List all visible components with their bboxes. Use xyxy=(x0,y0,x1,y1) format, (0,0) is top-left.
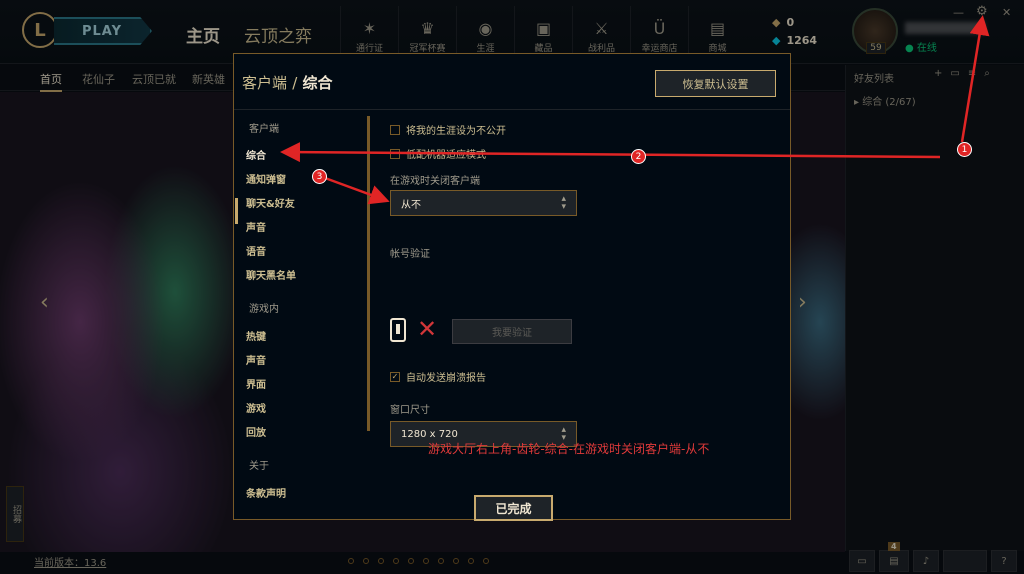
private-profile-checkbox[interactable]: 将我的生涯设为不公开 xyxy=(390,122,506,137)
select-value: 从不 xyxy=(401,199,421,211)
sidebar-item-ingame-sound[interactable]: 声音 xyxy=(246,352,266,367)
checkbox-box-checked[interactable]: ✓ xyxy=(390,371,400,382)
active-indicator xyxy=(235,198,238,224)
sidebar-item-interface[interactable]: 界面 xyxy=(246,376,266,391)
sidebar-item-game[interactable]: 游戏 xyxy=(246,400,266,415)
settings-content: 将我的生涯设为不公开 低配机器适应模式 在游戏时关闭客户端 从不 ▴ ▾ 帐号验证… xyxy=(384,110,784,520)
low-spec-checkbox[interactable]: 低配机器适应模式 xyxy=(390,146,486,161)
section-ingame: 游戏内 xyxy=(249,304,279,315)
restore-defaults-button[interactable]: 恢复默认设置 xyxy=(655,70,776,97)
breadcrumb: 客户端 xyxy=(242,74,288,92)
close-client-label: 在游戏时关闭客户端 xyxy=(390,176,480,187)
instruction-caption: 游戏大厅右上角-齿轮-综合-在游戏时关闭客户端-从不 xyxy=(428,442,710,456)
annotation-badge-3: 3 xyxy=(312,169,327,184)
checkbox-box[interactable] xyxy=(390,148,400,159)
phone-icon xyxy=(390,318,406,342)
sidebar-item-replays[interactable]: 回放 xyxy=(246,424,266,439)
verify-button[interactable]: 我要验证 xyxy=(452,319,572,344)
sidebar-item-terms[interactable]: 条款声明 xyxy=(246,485,286,500)
scrollbar[interactable] xyxy=(367,116,370,431)
modal-title: 客户端 / 综合 xyxy=(242,72,333,93)
sidebar-item-general[interactable]: 综合 xyxy=(246,147,266,162)
crash-report-checkbox[interactable]: ✓ 自动发送崩溃报告 xyxy=(390,369,486,384)
unverified-x-icon: ✕ xyxy=(417,315,438,343)
checkbox-box[interactable] xyxy=(390,124,400,135)
settings-modal: 客户端 / 综合 恢复默认设置 客户端 综合 通知弹窗 聊天&好友 声音 语音 … xyxy=(233,53,791,521)
window-size-label: 窗口尺寸 xyxy=(390,405,430,416)
modal-header: 客户端 / 综合 恢复默认设置 xyxy=(234,54,790,110)
checkbox-label: 将我的生涯设为不公开 xyxy=(406,126,506,137)
close-client-select[interactable]: 从不 ▴ ▾ xyxy=(390,190,577,216)
sidebar-item-notifications[interactable]: 通知弹窗 xyxy=(246,171,286,186)
sidebar-item-sound[interactable]: 声音 xyxy=(246,219,266,234)
section-about: 关于 xyxy=(249,461,269,472)
annotation-badge-1: 1 xyxy=(957,142,972,157)
sidebar-item-voice[interactable]: 语音 xyxy=(246,243,266,258)
select-value: 1280 x 720 xyxy=(401,428,458,440)
checkbox-label: 低配机器适应模式 xyxy=(406,150,486,161)
annotation-badge-2: 2 xyxy=(631,149,646,164)
sidebar-item-chat-friends[interactable]: 聊天&好友 xyxy=(246,195,295,210)
account-verify-label: 帐号验证 xyxy=(390,249,430,260)
sidebar-item-hotkeys[interactable]: 热键 xyxy=(246,328,266,343)
chevron-updown-icon: ▴ ▾ xyxy=(561,194,566,212)
sidebar-item-blocklist[interactable]: 聊天黑名单 xyxy=(246,267,296,282)
done-button[interactable]: 已完成 xyxy=(474,495,553,521)
breadcrumb-separator: / xyxy=(292,74,298,92)
checkbox-label: 自动发送崩溃报告 xyxy=(406,373,486,384)
page-title: 综合 xyxy=(302,74,333,92)
section-client: 客户端 xyxy=(249,124,279,135)
settings-sidebar: 客户端 综合 通知弹窗 聊天&好友 声音 语音 聊天黑名单 游戏内 热键 声音 … xyxy=(234,110,364,520)
